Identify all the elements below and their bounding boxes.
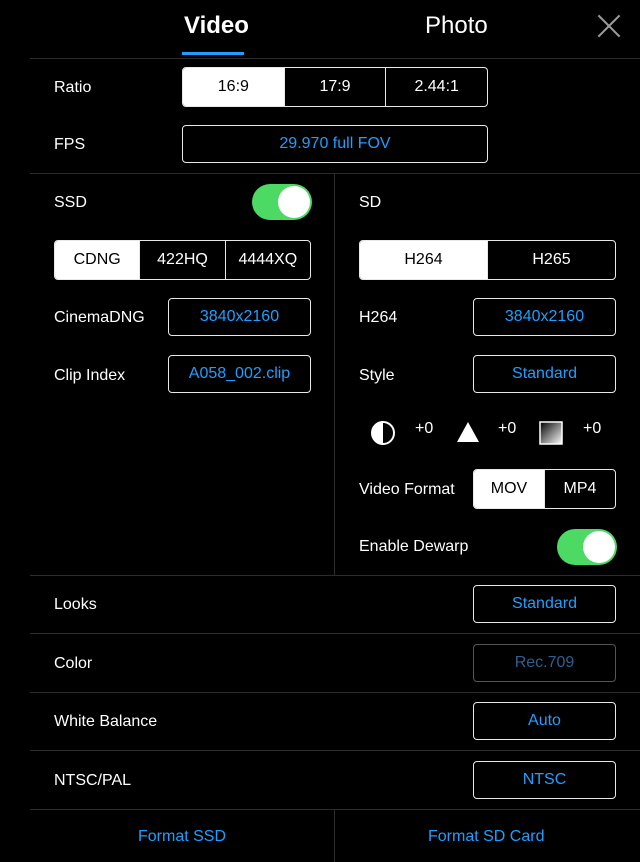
contrast-value: +0: [415, 420, 434, 437]
ssd-label: SSD: [54, 194, 87, 211]
ratio-option-16-9[interactable]: 16:9: [183, 68, 284, 106]
ssd-codec-selector: CDNG 422HQ 4444XQ: [54, 240, 311, 280]
ssd-codec-cdng[interactable]: CDNG: [55, 241, 140, 279]
h264-resolution-button[interactable]: 3840x2160: [473, 298, 616, 336]
sd-codec-h265[interactable]: H265: [487, 241, 615, 279]
white-balance-label: White Balance: [54, 713, 158, 730]
looks-button[interactable]: Standard: [473, 585, 616, 623]
clip-index-button[interactable]: A058_002.clip: [168, 355, 311, 393]
toggle-knob: [583, 531, 615, 563]
clip-index-label: Clip Index: [54, 367, 126, 384]
sharpness-icon[interactable]: [456, 421, 480, 443]
left-edge-strip: [0, 0, 30, 862]
looks-label: Looks: [54, 596, 97, 613]
fps-value-button[interactable]: 29.970 full FOV: [182, 125, 488, 163]
color-label: Color: [54, 655, 93, 672]
sd-label: SD: [359, 194, 382, 211]
header: Video Photo: [30, 0, 640, 59]
ssd-codec-422hq[interactable]: 422HQ: [139, 241, 224, 279]
divider: [30, 809, 640, 810]
white-balance-button[interactable]: Auto: [473, 702, 616, 740]
close-icon[interactable]: [597, 14, 621, 38]
divider: [30, 633, 640, 634]
ratio-option-2-44-1[interactable]: 2.44:1: [385, 68, 487, 106]
cinemadng-resolution-button[interactable]: 3840x2160: [168, 298, 311, 336]
ratio-label: Ratio: [54, 79, 92, 96]
fps-label: FPS: [54, 136, 86, 153]
enable-dewarp-label: Enable Dewarp: [359, 538, 469, 555]
color-button[interactable]: Rec.709: [473, 644, 616, 682]
sd-codec-h264[interactable]: H264: [360, 241, 487, 279]
sd-codec-selector: H264 H265: [359, 240, 616, 280]
column-divider: [334, 174, 335, 575]
saturation-value: +0: [583, 420, 602, 437]
video-format-mov[interactable]: MOV: [474, 470, 544, 508]
ssd-toggle[interactable]: [252, 184, 312, 220]
video-format-label: Video Format: [359, 481, 455, 498]
footer-divider: [334, 810, 335, 862]
divider: [30, 575, 640, 576]
tab-video[interactable]: Video: [184, 12, 249, 40]
style-label: Style: [359, 367, 395, 384]
video-settings-panel: Video Photo Ratio 16:9 17:9 2.44:1 FPS 2…: [30, 0, 640, 862]
tab-video-underline: [182, 52, 244, 55]
ntsc-pal-label: NTSC/PAL: [54, 772, 132, 789]
divider: [30, 173, 640, 174]
toggle-knob: [278, 186, 310, 218]
ntsc-pal-button[interactable]: NTSC: [473, 761, 616, 799]
tab-photo[interactable]: Photo: [425, 12, 488, 40]
cinemadng-label: CinemaDNG: [54, 309, 145, 326]
ssd-codec-4444xq[interactable]: 4444XQ: [224, 241, 310, 279]
ratio-option-17-9[interactable]: 17:9: [283, 68, 386, 106]
ratio-selector: 16:9 17:9 2.44:1: [182, 67, 488, 107]
format-sd-card-button[interactable]: Format SD Card: [428, 828, 544, 846]
saturation-icon[interactable]: [539, 421, 563, 445]
video-format-mp4[interactable]: MP4: [544, 470, 615, 508]
style-button[interactable]: Standard: [473, 355, 616, 393]
format-ssd-button[interactable]: Format SSD: [138, 828, 226, 846]
video-format-selector: MOV MP4: [473, 469, 616, 509]
contrast-icon[interactable]: [370, 420, 396, 446]
h264-label: H264: [359, 309, 398, 326]
divider: [30, 692, 640, 693]
dewarp-toggle[interactable]: [557, 529, 617, 565]
divider: [30, 750, 640, 751]
sharpness-value: +0: [498, 420, 517, 437]
